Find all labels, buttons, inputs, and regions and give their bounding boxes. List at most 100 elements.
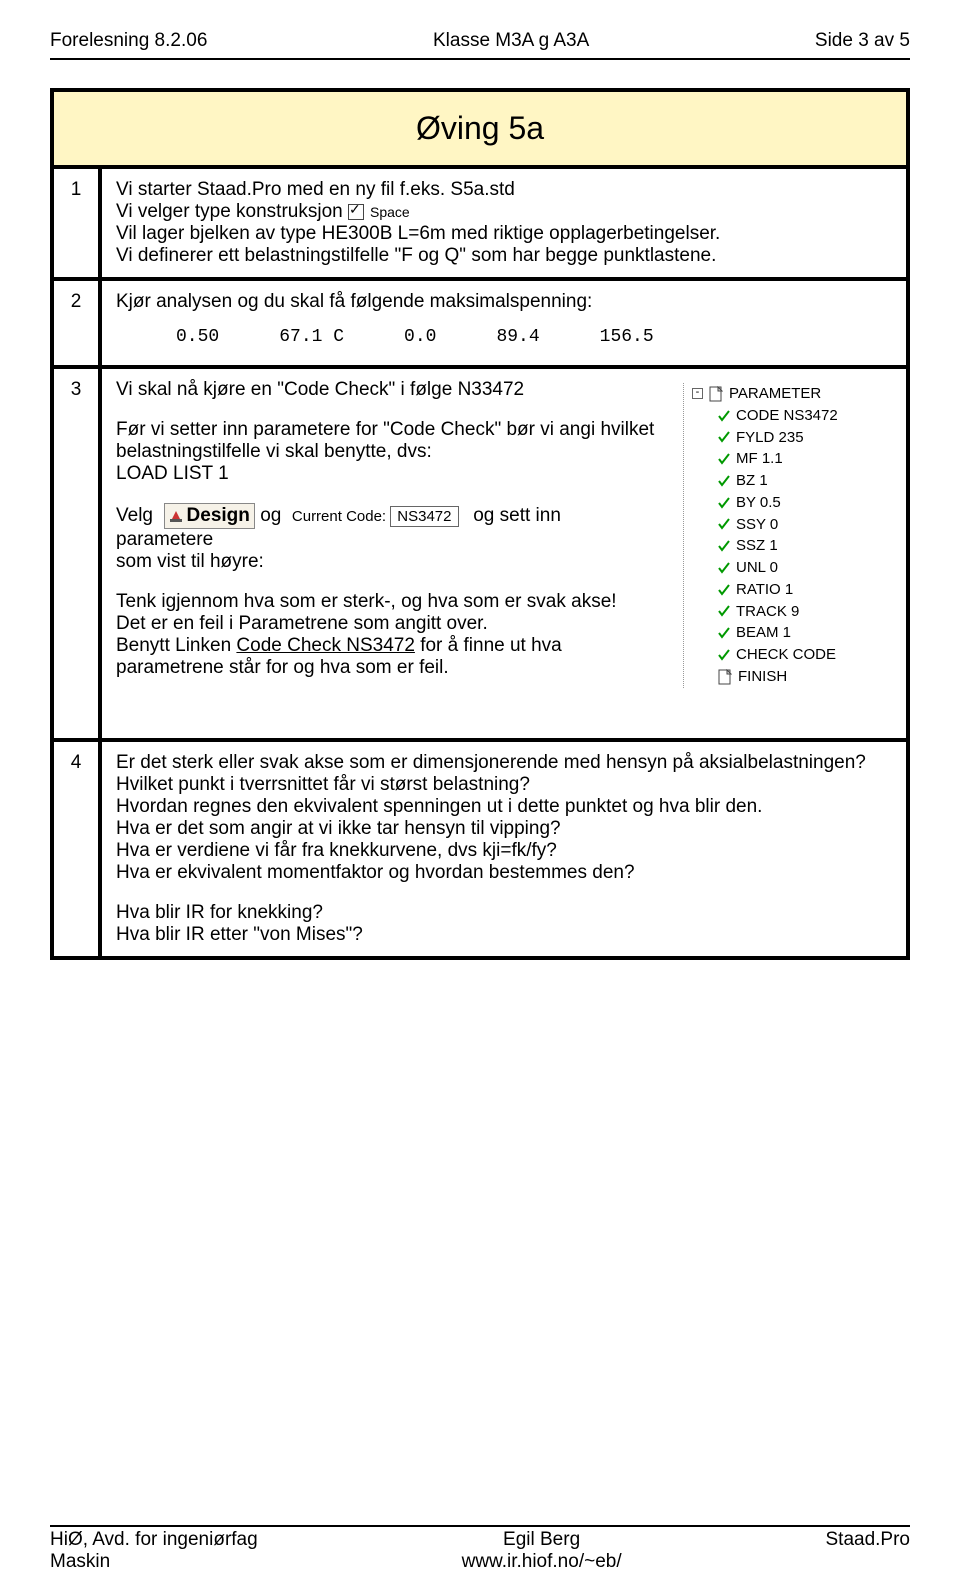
output-val: 0.0 <box>404 327 436 347</box>
checkmark-icon <box>718 518 730 530</box>
footer-right: Staad.Pro <box>826 1529 911 1551</box>
tree-label: BZ 1 <box>736 470 768 492</box>
table-row: 4 Er det sterk eller svak akse som er di… <box>52 740 908 958</box>
current-code-label: Current Code: <box>292 508 386 525</box>
row-body: Er det sterk eller svak akse som er dime… <box>100 740 908 958</box>
exercise-table: Øving 5a 1 Vi starter Staad.Pro med en n… <box>50 88 910 960</box>
checkmark-icon <box>718 562 730 574</box>
text-line: Hvordan regnes den ekvivalent spenningen… <box>116 796 892 818</box>
tree-label: FINISH <box>738 666 787 688</box>
text-line: Kjør analysen og du skal få følgende mak… <box>116 291 892 313</box>
tree-node: CODE NS3472 <box>692 405 892 427</box>
header-mid: Klasse M3A g A3A <box>433 30 589 52</box>
table-row: 3 Vi skal nå kjøre en "Code Check" i føl… <box>52 367 908 740</box>
tree-node: FINISH <box>692 666 892 688</box>
page-header: Forelesning 8.2.06 Klasse M3A g A3A Side… <box>50 30 910 52</box>
output-val: 89.4 <box>496 327 539 347</box>
footer-mid-bot: www.ir.hiof.no/~eb/ <box>462 1551 622 1573</box>
checkmark-icon <box>718 431 730 443</box>
output-val: 0.50 <box>176 327 219 347</box>
checkmark-icon <box>718 410 730 422</box>
text-span: Velg <box>116 505 153 526</box>
row-num: 2 <box>52 279 100 367</box>
text-line: Hva blir IR etter "von Mises"? <box>116 924 892 946</box>
tree-node: BEAM 1 <box>692 622 892 644</box>
text-line: Før vi setter inn parametere for "Code C… <box>116 419 663 463</box>
row-body: Kjør analysen og du skal få følgende mak… <box>100 279 908 367</box>
tree-label: TRACK 9 <box>736 601 799 623</box>
analysis-output: 0.50 67.1 C 0.0 89.4 156.5 <box>116 327 892 347</box>
row-num: 4 <box>52 740 100 958</box>
table-row: 2 Kjør analysen og du skal få følgende m… <box>52 279 908 367</box>
title-cell: Øving 5a <box>52 90 908 167</box>
checkmark-icon <box>718 453 730 465</box>
text-line: Det er en feil i Parametrene som angitt … <box>116 613 663 635</box>
text-line: Vi skal nå kjøre en "Code Check" i følge… <box>116 379 663 401</box>
text-line: Velg Design og Current Code: NS3472 og s… <box>116 503 663 551</box>
text-line: som vist til høyre: <box>116 551 663 573</box>
footer-rule <box>50 1525 910 1527</box>
current-code-value: NS3472 <box>390 506 458 527</box>
row-body: Vi skal nå kjøre en "Code Check" i følge… <box>100 367 908 740</box>
text-line: Hva er verdiene vi får fra knekkurvene, … <box>116 840 892 862</box>
space-checkbox-widget: Space <box>348 204 410 220</box>
checkmark-icon <box>718 649 730 661</box>
tree-label: UNL 0 <box>736 557 778 579</box>
output-val: 67.1 C <box>279 327 344 347</box>
page-footer: HiØ, Avd. for ingeniørfag Maskin Egil Be… <box>50 1495 910 1573</box>
tree-label: MF 1.1 <box>736 448 783 470</box>
checkmark-icon <box>718 627 730 639</box>
current-code-widget: Current Code: NS3472 <box>292 508 463 525</box>
text-line: Vil lager bjelken av type HE300B L=6m me… <box>116 223 892 245</box>
header-right: Side 3 av 5 <box>815 30 910 52</box>
tree-node: MF 1.1 <box>692 448 892 470</box>
design-button-icon: Design <box>164 503 255 529</box>
tree-label: BY 0.5 <box>736 492 781 514</box>
text-line: Er det sterk eller svak akse som er dime… <box>116 752 892 774</box>
text-line: Hva blir IR for knekking? <box>116 902 892 924</box>
footer-mid-top: Egil Berg <box>462 1529 622 1551</box>
checkmark-icon <box>718 584 730 596</box>
tree-label: BEAM 1 <box>736 622 791 644</box>
minus-icon: - <box>692 388 703 399</box>
tree-node: FYLD 235 <box>692 427 892 449</box>
tree-node: BZ 1 <box>692 470 892 492</box>
header-left: Forelesning 8.2.06 <box>50 30 207 52</box>
tree-label: FYLD 235 <box>736 427 804 449</box>
text-line: Tenk igjennom hva som er sterk-, og hva … <box>116 591 663 613</box>
row-body: Vi starter Staad.Pro med en ny fil f.eks… <box>100 167 908 279</box>
output-val: 156.5 <box>600 327 654 347</box>
tree-label: CODE NS3472 <box>736 405 838 427</box>
tree-node: SSY 0 <box>692 514 892 536</box>
checkmark-icon <box>718 475 730 487</box>
footer-left-bot: Maskin <box>50 1551 258 1573</box>
tree-node: UNL 0 <box>692 557 892 579</box>
code-check-link[interactable]: Code Check NS3472 <box>236 635 415 656</box>
tree-label: PARAMETER <box>729 383 821 405</box>
row-num: 3 <box>52 367 100 740</box>
footer-left-top: HiØ, Avd. for ingeniørfag <box>50 1529 258 1551</box>
page-icon <box>709 386 723 402</box>
checkbox-icon <box>348 204 364 220</box>
tree-label: SSY 0 <box>736 514 778 536</box>
text-line: Hvilket punkt i tverrsnittet får vi stør… <box>116 774 892 796</box>
text-line: Vi starter Staad.Pro med en ny fil f.eks… <box>116 179 892 201</box>
tree-node: CHECK CODE <box>692 644 892 666</box>
row-num: 1 <box>52 167 100 279</box>
tree-root-node: - PARAMETER <box>692 383 892 405</box>
tree-label: SSZ 1 <box>736 535 778 557</box>
text-span: Vi velger type konstruksjon <box>116 201 348 222</box>
tree-label: RATIO 1 <box>736 579 793 601</box>
page-icon <box>718 669 732 685</box>
checkbox-label: Space <box>370 204 410 220</box>
tree-node: SSZ 1 <box>692 535 892 557</box>
checkmark-icon <box>718 605 730 617</box>
checkmark-icon <box>718 497 730 509</box>
parameter-tree: - PARAMETER CODE NS3472FYLD 235MF 1.1BZ … <box>683 383 892 688</box>
text-line: Vi definerer ett belastningstilfelle "F … <box>116 245 892 267</box>
tree-label: CHECK CODE <box>736 644 836 666</box>
text-line: Hva er det som angir at vi ikke tar hens… <box>116 818 892 840</box>
text-line: Vi velger type konstruksjon Space <box>116 201 892 223</box>
text-line: Benytt Linken Code Check NS3472 for å fi… <box>116 635 663 679</box>
text-span: Benytt Linken <box>116 635 236 656</box>
